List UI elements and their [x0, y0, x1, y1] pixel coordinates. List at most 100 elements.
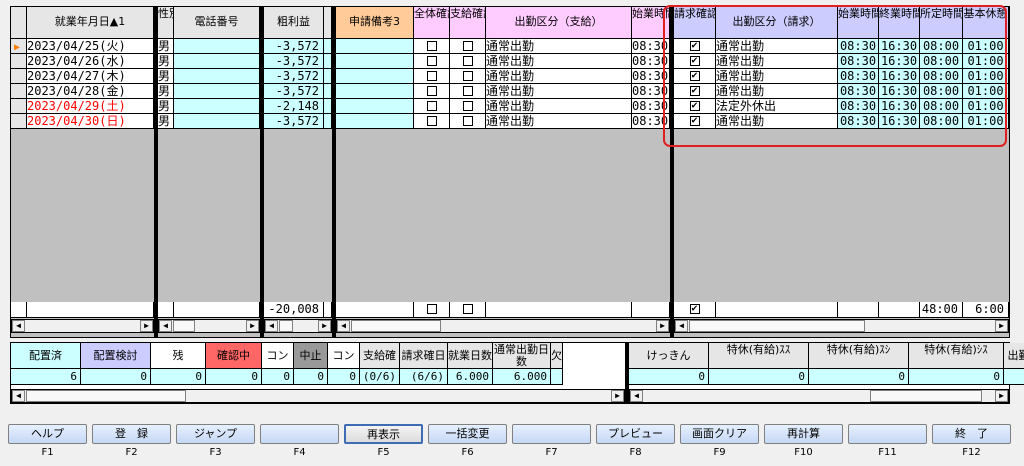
header-overall-confirm[interactable]: 全体確認 [414, 7, 450, 39]
table-row[interactable]: 通常出勤 08:30 [336, 54, 670, 69]
table-row[interactable]: 男 [158, 69, 260, 84]
start-time-bill-cell[interactable]: 08:30 [838, 39, 879, 54]
end-time-cell[interactable]: 16:30 [879, 99, 920, 114]
bill-confirm-checkbox[interactable]: ✔ [689, 70, 700, 81]
phone-cell[interactable] [174, 84, 260, 99]
phone-cell[interactable] [174, 99, 260, 114]
start-time-bill-cell[interactable]: 08:30 [838, 84, 879, 99]
table-row[interactable]: -3,572 [264, 54, 332, 69]
start-time-bill-cell[interactable]: 08:30 [838, 54, 879, 69]
table-row[interactable]: -3,572 [264, 84, 332, 99]
header-pay-confirm[interactable]: 支給確認 [450, 7, 486, 39]
break-time-cell[interactable]: 01:00 [963, 54, 1009, 69]
pay-confirm-checkbox[interactable] [462, 40, 473, 51]
scroll-right-icon[interactable]: ▶ [995, 320, 1008, 332]
row-selector[interactable] [11, 99, 27, 114]
table-row[interactable]: 男 [158, 39, 260, 54]
date-cell[interactable]: 2023/04/26(水) [27, 54, 154, 69]
function-key-f8[interactable]: プレビュー [596, 424, 675, 444]
function-key-f9[interactable]: 画面クリア [680, 424, 759, 444]
attend-bill-cell[interactable]: 法定外休出 [716, 99, 838, 114]
scroll-left-icon[interactable]: ◀ [159, 320, 172, 332]
overall-confirm-checkbox[interactable] [426, 115, 437, 126]
start-time-bill-cell[interactable]: 08:30 [838, 114, 879, 129]
attend-bill-cell[interactable]: 通常出勤 [716, 69, 838, 84]
function-key-f6[interactable]: 一括変更 [428, 424, 507, 444]
header-date[interactable]: 就業年月日▲1 [27, 7, 154, 39]
table-row[interactable]: 男 [158, 99, 260, 114]
pane-hscrollbar[interactable]: ◀ ▶ [674, 319, 1009, 333]
scroll-left-icon[interactable]: ◀ [12, 320, 25, 332]
header-attend-bill[interactable]: 出勤区分（請求） [716, 7, 838, 39]
pane-hscrollbar[interactable]: ◀ ▶ [264, 319, 332, 333]
table-row[interactable]: 2023/04/26(水) [11, 54, 154, 69]
scroll-thumb[interactable] [351, 320, 441, 332]
start-time-bill-cell[interactable]: 08:30 [838, 69, 879, 84]
overall-confirm-checkbox[interactable] [426, 100, 437, 111]
bill-confirm-checkbox[interactable]: ✔ [689, 55, 700, 66]
bill-confirm-checkbox[interactable]: ✔ [689, 85, 700, 96]
table-row[interactable]: 男 [158, 84, 260, 99]
function-key-f5[interactable]: 再表示 [344, 424, 423, 444]
scroll-right-icon[interactable]: ▶ [246, 320, 259, 332]
table-row[interactable]: -3,572 [264, 114, 332, 129]
memo3-cell[interactable] [336, 39, 414, 54]
start-time-bill-cell[interactable]: 08:30 [838, 99, 879, 114]
start-time-pay-cell[interactable]: 08:30 [632, 114, 670, 129]
row-selector[interactable] [11, 84, 27, 99]
std-time-cell[interactable]: 08:00 [920, 84, 963, 99]
memo3-cell[interactable] [336, 54, 414, 69]
phone-cell[interactable] [174, 54, 260, 69]
overall-confirm-checkbox[interactable] [426, 85, 437, 96]
attend-pay-cell[interactable]: 通常出勤 [486, 99, 632, 114]
function-key-f3[interactable]: ジャンプ [176, 424, 255, 444]
function-key-f11[interactable] [848, 424, 927, 444]
start-time-pay-cell[interactable]: 08:30 [632, 39, 670, 54]
bill-confirm-checkbox[interactable]: ✔ [689, 115, 700, 126]
date-cell[interactable]: 2023/04/25(火) [27, 39, 154, 54]
gender-cell[interactable]: 男 [158, 84, 174, 99]
pay-confirm-checkbox[interactable] [462, 85, 473, 96]
attend-pay-cell[interactable]: 通常出勤 [486, 54, 632, 69]
header-phone[interactable]: 電話番号 [174, 7, 260, 39]
start-time-pay-cell[interactable]: 08:30 [632, 54, 670, 69]
attend-bill-cell[interactable]: 通常出勤 [716, 54, 838, 69]
attend-pay-cell[interactable]: 通常出勤 [486, 69, 632, 84]
function-key-f1[interactable]: ヘルプ [8, 424, 87, 444]
memo3-cell[interactable] [336, 99, 414, 114]
memo3-cell[interactable] [336, 84, 414, 99]
function-key-f4[interactable] [260, 424, 339, 444]
table-row[interactable]: 通常出勤 08:30 [336, 39, 670, 54]
table-row[interactable]: 男 [158, 54, 260, 69]
memo3-cell[interactable] [336, 114, 414, 129]
break-time-cell[interactable]: 01:00 [963, 114, 1009, 129]
scroll-right-icon[interactable]: ▶ [611, 390, 624, 402]
summary-hscrollbar[interactable]: ◀ ▶ [11, 389, 625, 403]
table-row[interactable]: 2023/04/28(金) [11, 84, 154, 99]
date-cell[interactable]: 2023/04/28(金) [27, 84, 154, 99]
function-key-f2[interactable]: 登 録 [92, 424, 171, 444]
date-cell[interactable]: 2023/04/29(土) [27, 99, 154, 114]
start-time-pay-cell[interactable]: 08:30 [632, 69, 670, 84]
scroll-left-icon[interactable]: ◀ [675, 320, 688, 332]
pay-confirm-checkbox[interactable] [462, 70, 473, 81]
date-cell[interactable]: 2023/04/27(木) [27, 69, 154, 84]
table-row[interactable]: -3,572 [264, 69, 332, 84]
table-row[interactable]: 通常出勤 08:30 [336, 69, 670, 84]
scroll-thumb[interactable] [173, 320, 195, 332]
bill-confirm-checkbox[interactable]: ✔ [689, 100, 700, 111]
attend-bill-cell[interactable]: 通常出勤 [716, 39, 838, 54]
std-time-cell[interactable]: 08:00 [920, 54, 963, 69]
attend-pay-cell[interactable]: 通常出勤 [486, 39, 632, 54]
scroll-right-icon[interactable]: ▶ [318, 320, 331, 332]
header-profit[interactable]: 粗利益 [264, 7, 324, 39]
std-time-cell[interactable]: 08:00 [920, 99, 963, 114]
scroll-right-icon[interactable]: ▶ [656, 320, 669, 332]
start-time-pay-cell[interactable]: 08:30 [632, 99, 670, 114]
attend-pay-cell[interactable]: 通常出勤 [486, 84, 632, 99]
table-row[interactable]: ▶ 2023/04/25(火) [11, 39, 154, 54]
scroll-thumb[interactable] [26, 390, 186, 402]
gender-cell[interactable]: 男 [158, 54, 174, 69]
pane-hscrollbar[interactable]: ◀ ▶ [158, 319, 260, 333]
header-attend-pay[interactable]: 出勤区分（支給） [486, 7, 632, 39]
